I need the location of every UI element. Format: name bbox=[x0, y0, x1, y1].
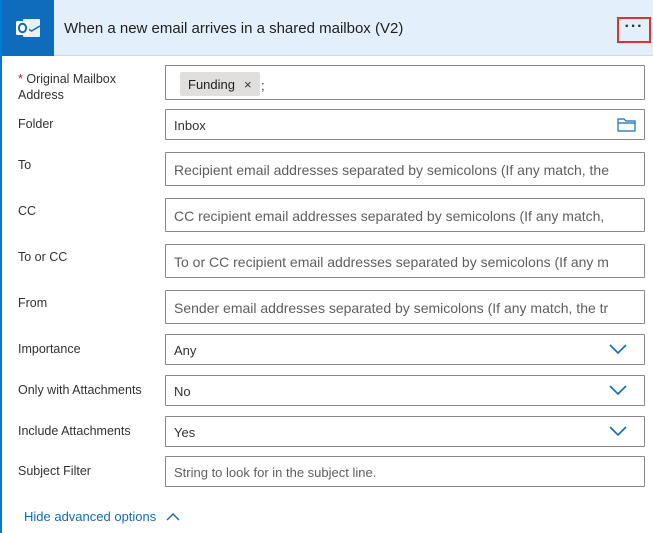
from-field[interactable]: Sender email addresses separated by semi… bbox=[165, 290, 645, 324]
only-with-attachments-value: No bbox=[174, 384, 191, 399]
cc-label: CC bbox=[18, 204, 37, 218]
cc-field[interactable]: CC recipient email addresses separated b… bbox=[165, 198, 645, 232]
folder-label: Folder bbox=[18, 117, 54, 131]
to-placeholder: Recipient email addresses separated by s… bbox=[174, 162, 609, 178]
chevron-down-icon[interactable] bbox=[609, 425, 627, 437]
more-options-icon: ··· bbox=[624, 18, 644, 35]
from-label: From bbox=[18, 296, 48, 310]
trigger-card: When a new email arrives in a shared mai… bbox=[0, 0, 653, 533]
card-title: When a new email arrives in a shared mai… bbox=[64, 20, 404, 37]
mailbox-token-label: Funding bbox=[188, 76, 235, 92]
folder-icon[interactable] bbox=[617, 117, 636, 132]
chevron-up-icon bbox=[166, 513, 180, 521]
include-attachments-value: Yes bbox=[174, 425, 196, 440]
include-attachments-dropdown[interactable]: Yes bbox=[165, 416, 645, 447]
chevron-down-icon[interactable] bbox=[609, 384, 627, 396]
more-options-button[interactable]: ··· bbox=[617, 17, 651, 43]
mailbox-label: * Original Mailbox Address bbox=[18, 71, 158, 103]
card-header[interactable]: When a new email arrives in a shared mai… bbox=[2, 0, 653, 56]
importance-label: Importance bbox=[18, 342, 81, 356]
outlook-icon bbox=[2, 0, 54, 56]
include-attachments-label: Include Attachments bbox=[18, 424, 131, 438]
to-or-cc-placeholder: To or CC recipient email addresses separ… bbox=[174, 254, 609, 270]
token-remove-icon[interactable]: × bbox=[244, 77, 252, 92]
only-with-attachments-dropdown[interactable]: No bbox=[165, 375, 645, 406]
folder-field[interactable]: Inbox bbox=[165, 109, 645, 140]
to-field[interactable]: Recipient email addresses separated by s… bbox=[165, 152, 645, 186]
importance-value: Any bbox=[174, 343, 197, 358]
importance-dropdown[interactable]: Any bbox=[165, 334, 645, 365]
chevron-down-icon[interactable] bbox=[609, 343, 627, 355]
from-placeholder: Sender email addresses separated by semi… bbox=[174, 300, 609, 316]
only-with-attachments-label: Only with Attachments bbox=[18, 383, 142, 397]
required-marker: * bbox=[18, 72, 23, 86]
hide-advanced-options-link[interactable]: Hide advanced options bbox=[24, 509, 180, 524]
hide-advanced-options-label: Hide advanced options bbox=[24, 509, 157, 524]
subject-filter-placeholder: String to look for in the subject line. bbox=[174, 465, 377, 480]
to-or-cc-label: To or CC bbox=[18, 250, 68, 264]
mailbox-field[interactable]: Funding × ; bbox=[165, 65, 645, 100]
mailbox-token[interactable]: Funding × bbox=[180, 72, 260, 96]
token-separator: ; bbox=[261, 78, 265, 93]
subject-filter-field[interactable]: String to look for in the subject line. bbox=[165, 456, 645, 487]
to-label: To bbox=[18, 158, 32, 172]
mailbox-label-text: Original Mailbox Address bbox=[18, 72, 116, 102]
subject-filter-label: Subject Filter bbox=[18, 464, 91, 478]
folder-value: Inbox bbox=[174, 118, 206, 133]
to-or-cc-field[interactable]: To or CC recipient email addresses separ… bbox=[165, 244, 645, 278]
cc-placeholder: CC recipient email addresses separated b… bbox=[174, 208, 605, 224]
